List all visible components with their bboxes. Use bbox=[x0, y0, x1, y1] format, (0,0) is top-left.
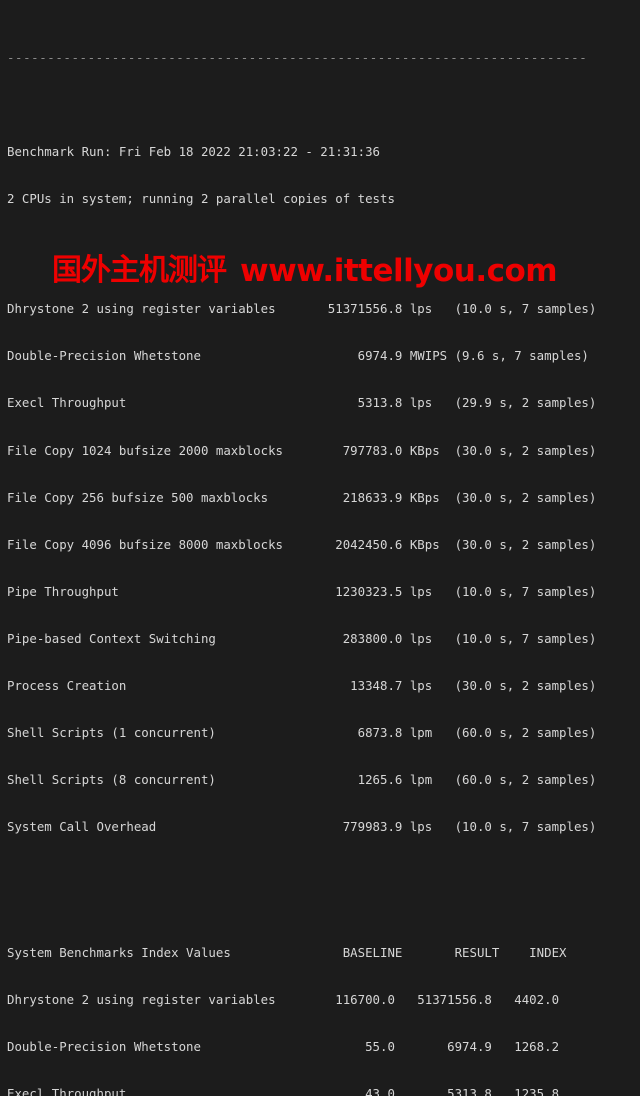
result-row: Double-Precision Whetstone 6974.9 MWIPS … bbox=[7, 348, 589, 364]
benchmark-run-line: Benchmark Run: Fri Feb 18 2022 21:03:22 … bbox=[7, 144, 380, 160]
result-row: File Copy 4096 bufsize 8000 maxblocks 20… bbox=[7, 536, 597, 552]
result-row: Shell Scripts (8 concurrent) 1265.6 lpm … bbox=[7, 772, 597, 788]
watermark-url-text: www.ittellyou.com bbox=[240, 252, 558, 289]
result-row: System Call Overhead 779983.9 lps (10.0 … bbox=[7, 819, 597, 835]
watermark-chinese-text: 国外主机测评 bbox=[52, 253, 227, 288]
index-row: Double-Precision Whetstone 55.0 6974.9 1… bbox=[7, 1039, 560, 1055]
index-row: Dhrystone 2 using register variables 116… bbox=[7, 992, 560, 1007]
cpu-info-line: 2 CPUs in system; running 2 parallel cop… bbox=[7, 191, 395, 207]
index-table-header: System Benchmarks Index Values BASELINE … bbox=[7, 944, 567, 960]
result-row: File Copy 1024 bufsize 2000 maxblocks 79… bbox=[7, 442, 597, 458]
result-row: File Copy 256 bufsize 500 maxblocks 2186… bbox=[7, 489, 597, 505]
result-row: Dhrystone 2 using register variables 513… bbox=[7, 301, 597, 317]
top-divider: ----------------------------------------… bbox=[7, 50, 588, 66]
result-row: Execl Throughput 5313.8 lps (29.9 s, 2 s… bbox=[7, 395, 597, 411]
index-row: Execl Throughput 43.0 5313.8 1235.8 bbox=[7, 1086, 560, 1096]
result-row: Shell Scripts (1 concurrent) 6873.8 lpm … bbox=[7, 725, 597, 741]
result-row: Process Creation 13348.7 lps (30.0 s, 2 … bbox=[7, 678, 597, 694]
watermark-overlay: 国外主机测评 www.ittellyou.com bbox=[0, 248, 640, 294]
terminal-output[interactable]: ----------------------------------------… bbox=[0, 0, 640, 1096]
result-row: Pipe-based Context Switching 283800.0 lp… bbox=[7, 630, 597, 646]
result-row: Pipe Throughput 1230323.5 lps (10.0 s, 7… bbox=[7, 583, 597, 599]
